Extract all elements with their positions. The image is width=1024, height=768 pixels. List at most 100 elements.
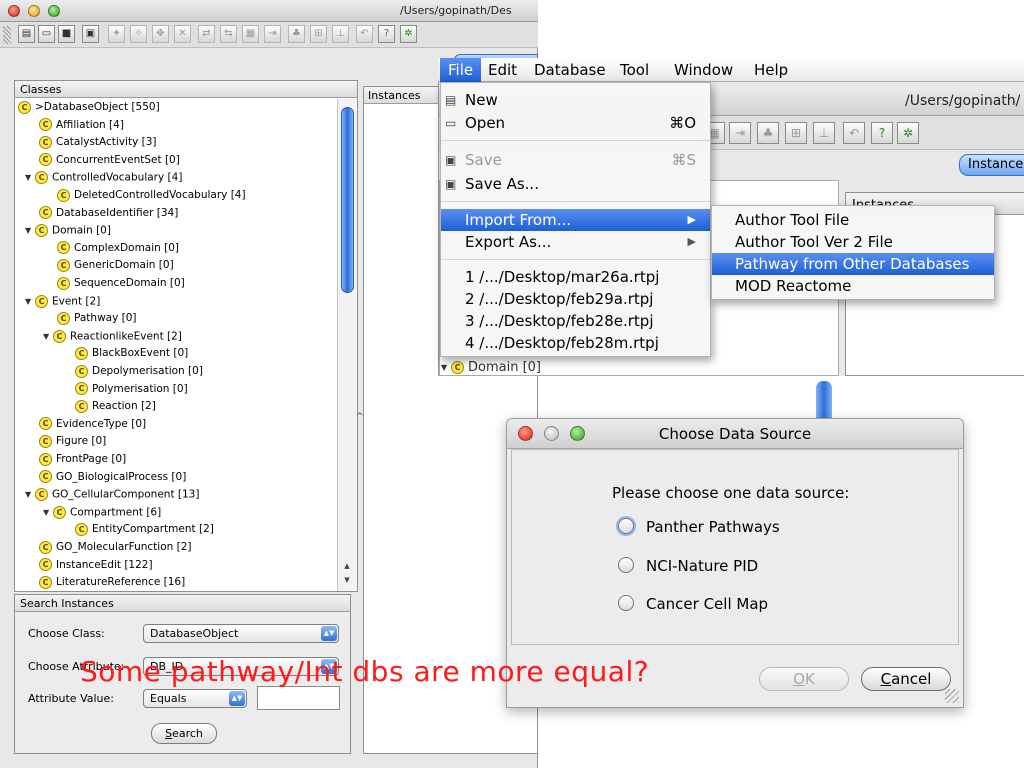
menu-item-export-as[interactable]: Export As... ▶ — [441, 231, 710, 253]
class-tree-item[interactable]: ▼ C Compartment [6] — [43, 504, 161, 521]
menu-item-recent-3[interactable]: 3 /.../Desktop/feb28e.rtpj — [441, 310, 710, 332]
table-icon[interactable]: ▦ — [242, 25, 259, 43]
class-tree-item[interactable]: C Affiliation [4] — [39, 117, 124, 134]
class-tree-item[interactable]: C GenericDomain [0] — [57, 257, 174, 274]
radio-button[interactable] — [618, 595, 634, 611]
class-tree-item[interactable]: C InstanceEdit [122] — [39, 557, 153, 574]
undo-icon[interactable]: ↶ — [843, 122, 865, 144]
add-instance-icon[interactable]: ✦ — [108, 25, 125, 43]
menu-item-save-as[interactable]: ▣ Save As... — [441, 173, 710, 195]
class-tree-scrollbar[interactable]: ▲ ▼ — [337, 99, 357, 591]
class-tree-item[interactable]: ▼ C Domain [0] — [25, 222, 111, 239]
resize-grip-icon[interactable] — [945, 689, 959, 703]
menu-window[interactable]: Window — [666, 58, 741, 82]
menu-item-import-from[interactable]: Import From... ▶ — [441, 209, 710, 231]
menu-database[interactable]: Database — [526, 58, 614, 82]
menu-item-recent-1[interactable]: 1 /.../Desktop/mar26a.rtpj — [441, 266, 710, 288]
class-tree-item[interactable]: C Polymerisation [0] — [75, 381, 188, 398]
menu-item-open[interactable]: ▭ Open ⌘O — [441, 112, 710, 134]
class-tree-item[interactable]: C SequenceDomain [0] — [57, 275, 185, 292]
zoom-window-button[interactable] — [48, 5, 60, 17]
menu-item-recent-2[interactable]: 2 /.../Desktop/feb29a.rtpj — [441, 288, 710, 310]
save-icon[interactable]: ■ — [58, 25, 75, 43]
forward-icon[interactable]: ⇥ — [264, 25, 281, 43]
class-tree-item[interactable]: ▼ C ReactionlikeEvent [2] — [43, 328, 182, 345]
menu-item-new[interactable]: ▤ New — [441, 89, 710, 111]
tree-icon[interactable]: ♣ — [288, 25, 305, 43]
choose-class-select[interactable]: DatabaseObject ▲▼ — [143, 624, 339, 643]
menu-item-recent-4[interactable]: 4 /.../Desktop/feb28m.rtpj — [441, 332, 710, 354]
search-button[interactable]: Search — [151, 723, 217, 744]
move-instance-icon[interactable]: ✧ — [130, 25, 147, 43]
class-tree-item[interactable]: C DeletedControlledVocabulary [4] — [57, 187, 246, 204]
class-tree-item[interactable]: C CatalystActivity [3] — [39, 134, 157, 151]
new-file-icon[interactable]: ▤ — [18, 25, 35, 43]
class-tree-item[interactable]: C ConcurrentEventSet [0] — [39, 152, 180, 169]
attribute-operator-select[interactable]: Equals ▲▼ — [143, 689, 247, 708]
class-tree-item[interactable]: C Reaction [2] — [75, 398, 156, 415]
menu-help[interactable]: Help — [746, 58, 796, 82]
minimize-window-button[interactable] — [28, 5, 40, 17]
upload-icon[interactable]: ⊥ — [813, 122, 835, 144]
save-as-icon[interactable]: ▣ — [82, 25, 99, 43]
class-tree-item[interactable]: C BlackBoxEvent [0] — [75, 345, 188, 362]
class-tree-scroll-thumb[interactable] — [341, 107, 354, 293]
help-icon[interactable]: ? — [871, 122, 893, 144]
scroll-down-icon[interactable]: ▼ — [340, 575, 354, 585]
submenu-item-3[interactable]: MOD Reactome — [712, 275, 994, 297]
class-tree-item[interactable]: ▼ C Event [2] — [25, 293, 100, 310]
bug-icon[interactable]: ✲ — [897, 122, 919, 144]
compare-icon[interactable]: ⇄ — [198, 25, 215, 43]
submenu-item-2[interactable]: Pathway from Other Databases — [712, 253, 994, 275]
class-tree-item[interactable]: C EntityCompartment [2] — [75, 521, 214, 538]
second-window-domain-row[interactable]: ▼ C Domain [0] — [441, 360, 541, 375]
tree-icon[interactable]: ♣ — [757, 122, 779, 144]
class-tree-item[interactable]: C Pathway [0] — [57, 310, 137, 327]
class-tree-item[interactable]: C DatabaseIdentifier [34] — [39, 205, 178, 222]
radio-button[interactable] — [618, 518, 634, 534]
link-instance-icon[interactable]: ✥ — [152, 25, 169, 43]
help-icon[interactable]: ? — [378, 25, 395, 43]
menu-file[interactable]: File — [440, 58, 482, 82]
attribute-value-input[interactable] — [257, 686, 340, 710]
class-tree-item[interactable]: C GO_MolecularFunction [2] — [39, 539, 191, 556]
disclosure-triangle-icon[interactable]: ▼ — [25, 293, 35, 310]
disclosure-triangle-icon[interactable]: ▼ — [43, 328, 53, 345]
disclosure-triangle-icon[interactable]: ▼ — [25, 169, 35, 186]
class-tree-item[interactable]: C >DatabaseObject [550] — [18, 99, 160, 116]
upload-icon[interactable]: ⊥ — [332, 25, 349, 43]
class-tree-item[interactable]: ▼ C ControlledVocabulary [4] — [25, 169, 182, 186]
toolbar-grip[interactable] — [3, 26, 11, 44]
class-tree-item[interactable]: C FrontPage [0] — [39, 451, 126, 468]
cancel-button[interactable]: Cancel — [861, 667, 951, 691]
bug-icon[interactable]: ✲ — [400, 25, 417, 43]
menu-tool[interactable]: Tool — [612, 58, 657, 82]
disclosure-triangle-icon[interactable]: ▼ — [441, 363, 451, 372]
disclosure-triangle-icon[interactable]: ▼ — [25, 222, 35, 239]
class-tree-item[interactable]: C LiteratureReference [16] — [39, 574, 185, 591]
ok-button[interactable]: OK — [759, 667, 849, 691]
forward-icon[interactable]: ⇥ — [729, 122, 751, 144]
class-tree-item[interactable]: C Depolymerisation [0] — [75, 363, 203, 380]
menu-item-save[interactable]: ▣ Save ⌘S — [441, 149, 710, 171]
layout-icon[interactable]: ⊞ — [310, 25, 327, 43]
undo-icon[interactable]: ↶ — [356, 25, 373, 43]
open-folder-icon[interactable]: ▭ — [38, 25, 55, 43]
class-tree-item[interactable]: C EvidenceType [0] — [39, 416, 146, 433]
class-tree-item[interactable]: C Figure [0] — [39, 433, 106, 450]
layout-icon[interactable]: ⊞ — [785, 122, 807, 144]
submenu-item-1[interactable]: Author Tool Ver 2 File — [712, 231, 994, 253]
disclosure-triangle-icon[interactable]: ▼ — [25, 486, 35, 503]
remove-instance-icon[interactable]: ✕ — [174, 25, 191, 43]
close-window-button[interactable] — [8, 5, 20, 17]
disclosure-triangle-icon[interactable]: ▼ — [43, 504, 53, 521]
class-tree-item[interactable]: C ComplexDomain [0] — [57, 240, 179, 257]
radio-button[interactable] — [618, 557, 634, 573]
instance-tab[interactable]: Instance — [959, 154, 1024, 176]
submenu-item-0[interactable]: Author Tool File — [712, 209, 994, 231]
class-tree-item[interactable]: ▼ C GO_CellularComponent [13] — [25, 486, 199, 503]
class-tree-item[interactable]: C GO_BiologicalProcess [0] — [39, 469, 186, 486]
menu-edit[interactable]: Edit — [480, 58, 525, 82]
merge-icon[interactable]: ⇆ — [220, 25, 237, 43]
scroll-up-icon[interactable]: ▲ — [340, 561, 354, 571]
